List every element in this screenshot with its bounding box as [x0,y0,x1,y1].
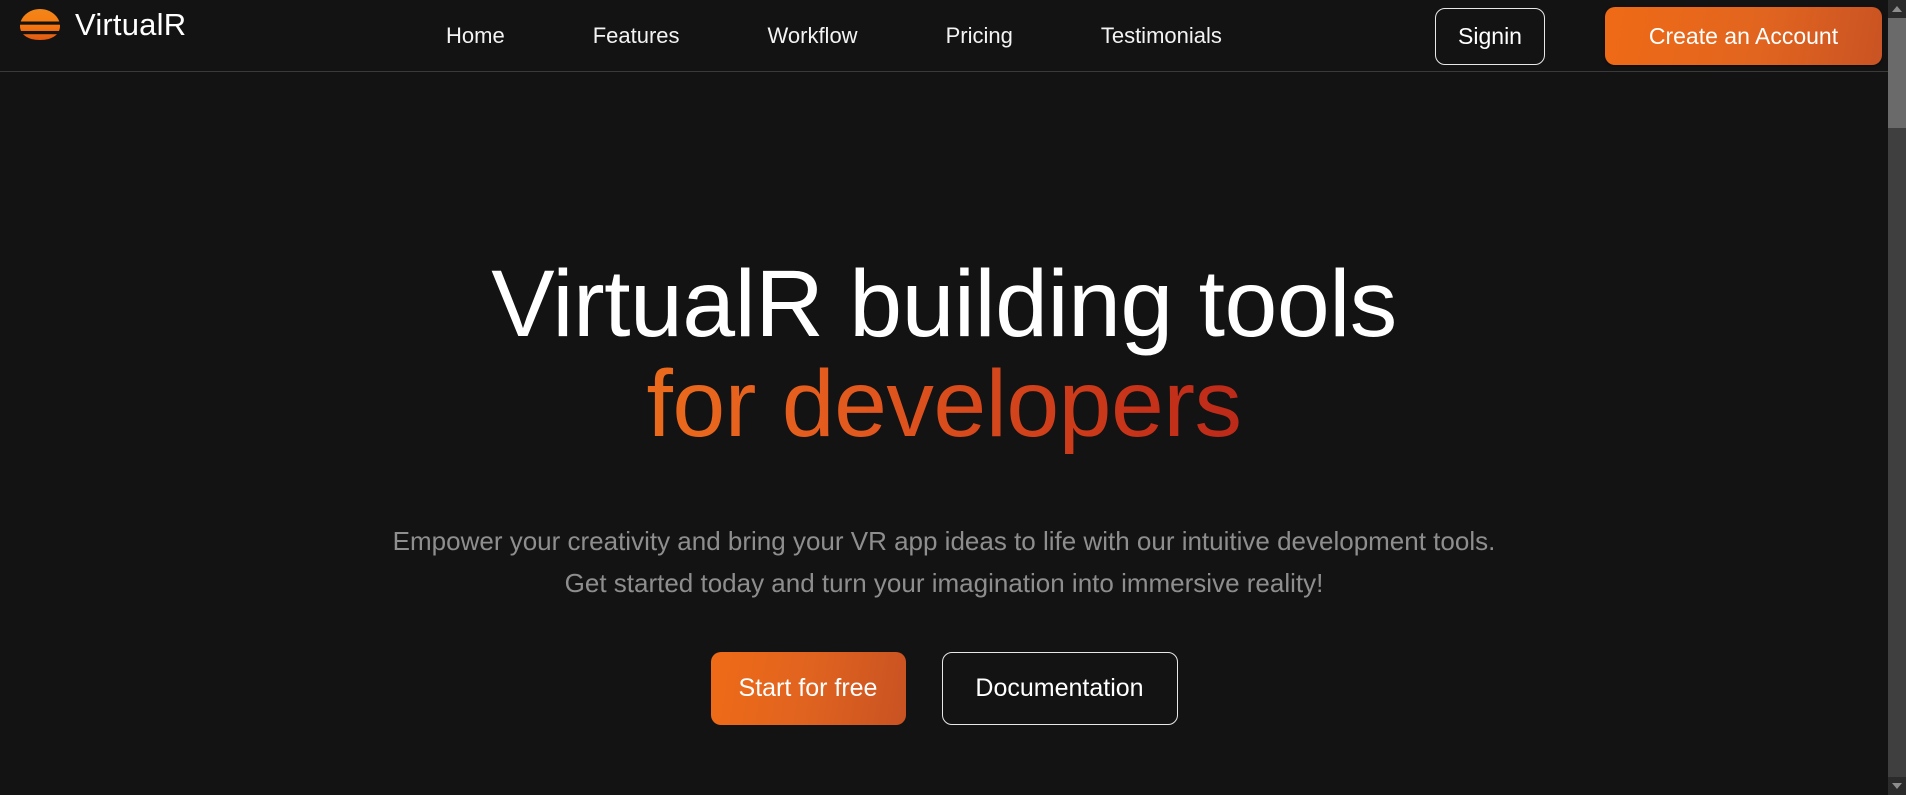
nav-item-pricing[interactable]: Pricing [902,25,1057,47]
hero-cta-group: Start for free Documentation [710,652,1178,725]
vertical-scrollbar[interactable] [1888,0,1906,795]
header-actions: Signin Create an Account [1435,0,1882,72]
brand-logo[interactable]: VirtualR [18,8,186,42]
chevron-down-icon [1892,783,1902,789]
scrollbar-track[interactable] [1888,18,1906,777]
hero-subtitle-line1: Empower your creativity and bring your V… [392,526,1496,556]
hero-subtitle-line2: Get started today and turn your imaginat… [564,568,1324,598]
site-header: VirtualR Home Features Workflow Pricing … [0,0,1888,72]
nav-item-features[interactable]: Features [549,25,724,47]
virtualr-striped-hex-logo-icon [18,8,62,42]
create-account-button[interactable]: Create an Account [1605,7,1882,65]
browser-page: VirtualR Home Features Workflow Pricing … [0,0,1906,795]
scrollbar-down-button[interactable] [1888,777,1906,795]
hero-subtitle: Empower your creativity and bring your V… [393,520,1496,604]
brand-name: VirtualR [75,7,187,42]
hero-heading: VirtualR building tools for developers [491,257,1397,455]
documentation-button[interactable]: Documentation [941,652,1178,725]
scrollbar-thumb[interactable] [1888,18,1906,128]
scrollbar-up-button[interactable] [1888,0,1906,18]
nav-item-testimonials[interactable]: Testimonials [1057,25,1266,47]
nav-item-workflow[interactable]: Workflow [724,25,902,47]
signin-button[interactable]: Signin [1435,7,1545,65]
start-for-free-button[interactable]: Start for free [710,652,906,725]
hero-section: VirtualR building tools for developers E… [0,72,1888,795]
main-navigation: Home Features Workflow Pricing Testimoni… [430,0,1266,72]
page-viewport: VirtualR Home Features Workflow Pricing … [0,0,1888,795]
chevron-up-icon [1892,6,1902,12]
nav-item-home[interactable]: Home [430,25,549,47]
hero-heading-line2-accent: for developers [491,354,1397,454]
hero-heading-line1: VirtualR building tools [491,251,1397,357]
